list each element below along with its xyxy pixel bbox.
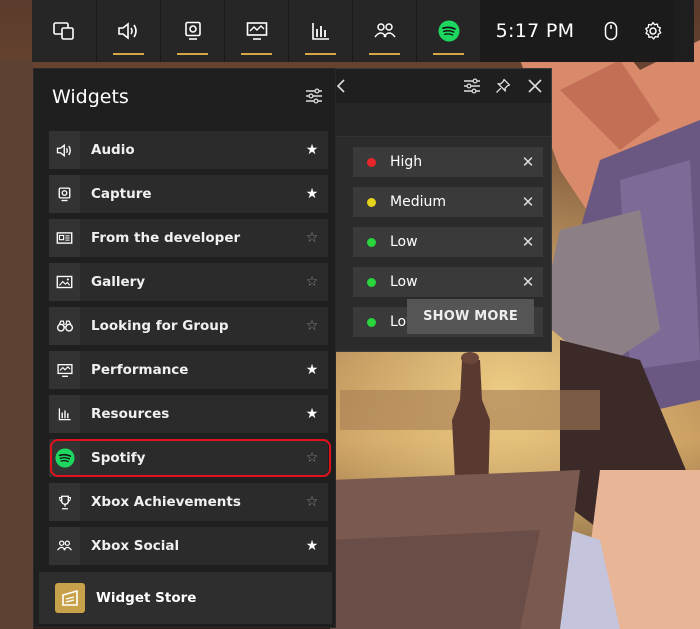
star-icon[interactable]: ★ — [300, 186, 324, 202]
close-icon[interactable]: ✕ — [513, 153, 543, 171]
impact-label: Medium — [390, 194, 446, 210]
star-outline-icon[interactable]: ☆ — [300, 230, 324, 246]
news-icon — [49, 219, 80, 257]
resources-icon — [49, 395, 80, 433]
performance-icon — [49, 351, 80, 389]
widget-menu-button[interactable] — [32, 0, 96, 62]
resource-row[interactable]: Low ✕ — [353, 227, 543, 257]
settings-button[interactable] — [632, 0, 674, 62]
star-outline-icon[interactable]: ☆ — [300, 494, 324, 510]
impact-label: High — [390, 154, 423, 170]
widget-item-resources[interactable]: Resources ★ — [49, 395, 328, 433]
binoculars-icon — [49, 307, 80, 345]
widget-item-xbox-achievements[interactable]: Xbox Achievements ☆ — [49, 483, 328, 521]
capture-button[interactable] — [160, 0, 224, 62]
impact-dot — [367, 317, 376, 327]
spotify-highlight-outline — [50, 439, 331, 477]
resources-button[interactable] — [288, 0, 352, 62]
close-icon[interactable]: ✕ — [513, 193, 543, 211]
close-icon[interactable]: ✕ — [513, 273, 543, 291]
widget-item-label: Gallery — [91, 274, 146, 290]
resources-widget-header — [331, 69, 551, 103]
home-icon — [53, 22, 74, 40]
sliders-icon — [464, 78, 480, 94]
resources-widget-subheader — [331, 103, 551, 137]
show-more-button[interactable]: SHOW MORE — [407, 299, 534, 334]
audio-icon — [49, 131, 80, 169]
impact-dot — [367, 277, 376, 287]
impact-dot — [367, 157, 376, 167]
game-bar: 5:17 PM — [32, 0, 694, 62]
star-icon[interactable]: ★ — [300, 362, 324, 378]
pin-icon — [496, 78, 511, 93]
impact-label: Low — [390, 234, 418, 250]
widget-item-performance[interactable]: Performance ★ — [49, 351, 328, 389]
widget-item-label: From the developer — [91, 230, 241, 246]
store-bag-icon — [55, 583, 85, 613]
mouse-button[interactable] — [590, 0, 632, 62]
close-icon[interactable]: ✕ — [513, 233, 543, 251]
widget-item-label: Audio — [91, 142, 135, 158]
impact-label: Low — [390, 274, 418, 290]
capture-icon — [184, 21, 201, 40]
sliders-icon — [306, 88, 322, 104]
close-icon — [528, 79, 542, 93]
spotify-icon — [438, 20, 459, 42]
star-icon[interactable]: ★ — [300, 538, 324, 554]
star-outline-icon[interactable]: ☆ — [300, 318, 324, 334]
performance-icon — [246, 22, 267, 40]
resource-row[interactable]: Medium ✕ — [353, 187, 543, 217]
widget-options-button[interactable] — [463, 78, 481, 98]
gear-icon — [645, 21, 662, 40]
widget-store-button[interactable]: Widget Store — [39, 572, 332, 624]
clock-time: 5:17 PM — [480, 0, 590, 62]
gallery-icon — [49, 263, 80, 301]
pin-button[interactable] — [495, 78, 511, 98]
social-button[interactable] — [352, 0, 416, 62]
social-icon — [49, 527, 80, 565]
widget-item-label: Xbox Social — [91, 538, 180, 554]
widget-item-label: Xbox Achievements — [91, 494, 241, 510]
resources-icon — [311, 23, 329, 40]
star-icon[interactable]: ★ — [300, 406, 324, 422]
trophy-icon — [49, 483, 80, 521]
widget-item-xbox-social[interactable]: Xbox Social ★ — [49, 527, 328, 565]
widgets-title: Widgets — [52, 86, 129, 108]
widget-item-looking-for-group[interactable]: Looking for Group ☆ — [49, 307, 328, 345]
mouse-icon — [604, 21, 618, 41]
audio-icon — [117, 22, 137, 40]
close-widget-button[interactable] — [527, 78, 543, 98]
performance-button[interactable] — [224, 0, 288, 62]
back-button[interactable] — [335, 78, 347, 98]
social-icon — [373, 23, 396, 38]
star-outline-icon[interactable]: ☆ — [300, 274, 324, 290]
widgets-settings-button[interactable] — [305, 88, 323, 108]
widget-item-gallery[interactable]: Gallery ☆ — [49, 263, 328, 301]
widget-item-label: Capture — [91, 186, 152, 202]
widget-store-label: Widget Store — [96, 590, 197, 606]
impact-dot — [367, 237, 376, 247]
audio-button[interactable] — [96, 0, 160, 62]
resources-widget: High ✕ Medium ✕ Low ✕ Low ✕ Low ✕ SHOW M… — [330, 68, 552, 352]
widget-item-from-the-developer[interactable]: From the developer ☆ — [49, 219, 328, 257]
spotify-button[interactable] — [416, 0, 480, 62]
resource-row[interactable]: High ✕ — [353, 147, 543, 177]
widget-item-label: Looking for Group — [91, 318, 229, 334]
widgets-menu: Widgets Audio ★ Capture ★ From the devel… — [33, 68, 336, 628]
capture-icon — [49, 175, 80, 213]
widget-item-audio[interactable]: Audio ★ — [49, 131, 328, 169]
impact-dot — [367, 197, 376, 207]
resource-row[interactable]: Low ✕ — [353, 267, 543, 297]
chevron-left-icon — [336, 79, 345, 93]
widget-item-label: Performance — [91, 362, 189, 378]
star-icon[interactable]: ★ — [300, 142, 324, 158]
widget-item-capture[interactable]: Capture ★ — [49, 175, 328, 213]
widget-item-label: Resources — [91, 406, 170, 422]
